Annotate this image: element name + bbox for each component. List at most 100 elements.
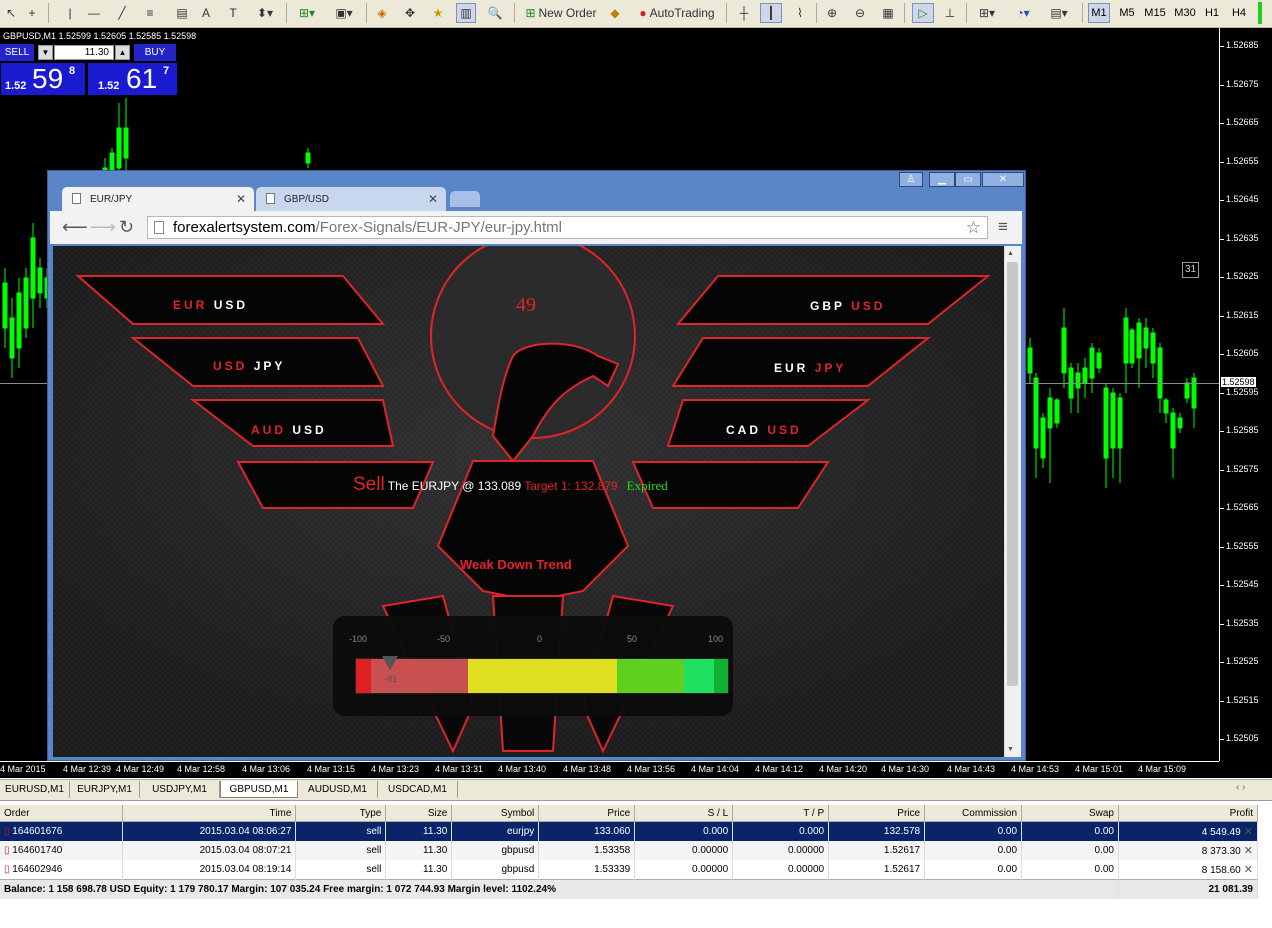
pair-audusd[interactable]: AUD USD xyxy=(251,423,327,437)
col-symbol[interactable]: Symbol xyxy=(451,805,540,822)
timeframe-m1[interactable]: M1 xyxy=(1088,3,1110,23)
candlestick-icon[interactable]: ┃ xyxy=(760,3,782,23)
new-chart-icon[interactable]: ⊞▾ xyxy=(292,3,322,23)
text-icon[interactable]: A xyxy=(198,3,214,23)
table-row[interactable]: ▯ 164602946 2015.03.04 08:19:14 sell 11.30 g… xyxy=(0,860,1259,880)
maximize-button[interactable]: ▭ xyxy=(955,172,981,187)
horizontal-line-icon[interactable]: — xyxy=(84,3,104,23)
bookmark-star-icon[interactable]: ☆ xyxy=(966,217,981,238)
metaeditor-icon[interactable]: ◆ xyxy=(604,3,626,23)
new-order-button[interactable]: ⊞ New Order xyxy=(520,3,602,23)
chart-tab-eurusd[interactable]: EURUSD,M1 xyxy=(0,781,70,798)
pair-usdjpy[interactable]: USD JPY xyxy=(213,359,285,373)
strategy-tester-icon[interactable]: 🔍 xyxy=(484,3,506,23)
scroll-up-arrow[interactable]: ▲ xyxy=(1007,250,1014,257)
timeframe-h4[interactable]: H4 xyxy=(1228,3,1250,23)
price-tick-mark xyxy=(1219,469,1224,471)
tile-windows-icon[interactable]: ▦ xyxy=(878,3,898,23)
col-sl[interactable]: S / L xyxy=(634,805,734,822)
pair-eurjpy[interactable]: EUR JPY xyxy=(774,361,846,375)
autotrading-button[interactable]: ● AutoTrading xyxy=(634,3,720,23)
zoom-in-icon[interactable]: ⊕ xyxy=(822,3,842,23)
table-row[interactable]: ▯ 164601740 2015.03.04 08:07:21 sell 11.30 g… xyxy=(0,841,1259,860)
vertical-line-icon[interactable]: | xyxy=(62,3,78,23)
indicators-icon[interactable]: ⊞▾ xyxy=(972,3,1002,23)
navigator-icon[interactable]: ✥ xyxy=(400,3,420,23)
sell-price-box[interactable]: 1.52 59 8 xyxy=(0,62,86,96)
terminal-icon[interactable]: ▥ xyxy=(456,3,476,23)
col-price[interactable]: Price xyxy=(538,805,636,822)
pair-eurusd[interactable]: EUR USD xyxy=(173,298,248,312)
profiles-icon[interactable]: ▣▾ xyxy=(330,3,358,23)
table-row[interactable]: ▯ 164601676 2015.03.04 08:06:27 sell 11.30 e… xyxy=(0,821,1259,841)
url-field[interactable]: forexalertsystem.com/Forex-Signals/EUR-J… xyxy=(147,216,988,239)
sell-button[interactable]: SELL xyxy=(0,44,34,61)
col-tp[interactable]: T / P xyxy=(732,805,830,822)
market-watch-icon[interactable]: ◈ xyxy=(372,3,392,23)
autoscroll-icon[interactable]: ▷ xyxy=(912,3,934,23)
close-order-icon[interactable]: ✕ xyxy=(1241,864,1253,876)
arrows-icon[interactable]: ⬍▾ xyxy=(252,3,278,23)
templates-icon[interactable]: ▤▾ xyxy=(1044,3,1074,23)
col-time[interactable]: Time xyxy=(122,805,297,822)
timeframe-m5[interactable]: M5 xyxy=(1116,3,1138,23)
pair-gbpusd[interactable]: GBP USD xyxy=(810,299,885,313)
chart-tab-audusd[interactable]: AUDUSD,M1 xyxy=(298,781,378,798)
chart-tab-usdjpy[interactable]: USDJPY,M1 xyxy=(140,781,220,798)
col-current-price[interactable]: Price xyxy=(828,805,926,822)
trendline-icon[interactable]: ╱ xyxy=(112,3,132,23)
bar-chart-icon[interactable]: ┼ xyxy=(734,3,754,23)
minimize-button[interactable]: ▁ xyxy=(929,172,955,187)
zoom-out-icon[interactable]: ⊖ xyxy=(850,3,870,23)
channel-icon[interactable]: ▤ xyxy=(172,3,192,23)
time-tick: 4 Mar 12:39 xyxy=(63,764,112,774)
chart-tab-usdcad[interactable]: USDCAD,M1 xyxy=(378,781,458,798)
scroll-down-arrow[interactable]: ▼ xyxy=(1007,746,1014,753)
back-icon[interactable]: ⟵ xyxy=(62,217,88,238)
timeframe-m15[interactable]: M15 xyxy=(1142,3,1168,23)
page-scrollbar[interactable]: ▲ ▼ xyxy=(1004,246,1021,757)
chart-tab-eurjpy[interactable]: EURJPY,M1 xyxy=(70,781,140,798)
tab-close-icon[interactable]: ✕ xyxy=(236,192,246,206)
col-type[interactable]: Type xyxy=(295,805,387,822)
tab-close-icon[interactable]: ✕ xyxy=(428,192,438,206)
crosshair-icon[interactable]: + xyxy=(22,3,42,23)
forward-icon[interactable]: ⟶ xyxy=(90,217,116,238)
buy-button[interactable]: BUY xyxy=(134,44,176,61)
tabs-scroll-arrows[interactable]: ‹ › xyxy=(1236,782,1245,793)
col-swap[interactable]: Swap xyxy=(1021,805,1119,822)
buy-price-box[interactable]: 1.52 61 7 xyxy=(87,62,178,96)
candle-body xyxy=(123,127,129,159)
close-order-icon[interactable]: ✕ xyxy=(1241,826,1253,838)
chart-shift-icon[interactable]: ⊥ xyxy=(940,3,960,23)
lot-up-arrow[interactable]: ▲ xyxy=(115,45,130,60)
folder-icon[interactable]: ★ xyxy=(428,3,448,23)
new-tab-button[interactable] xyxy=(450,191,480,207)
text-label-icon[interactable]: T xyxy=(224,3,242,23)
close-window-button[interactable]: ✕ xyxy=(982,172,1024,187)
close-order-icon[interactable]: ✕ xyxy=(1241,845,1253,857)
browser-tab-gbpusd[interactable]: GBP/USD ✕ xyxy=(256,187,446,211)
periods-icon[interactable]: ◔▾ xyxy=(1008,3,1038,23)
lot-size-input[interactable]: 11.30 xyxy=(54,45,114,60)
col-profit[interactable]: Profit xyxy=(1118,805,1259,822)
pair-cadusd[interactable]: CAD USD xyxy=(726,423,802,437)
col-commission[interactable]: Commission xyxy=(924,805,1023,822)
chart-tab-gbpusd[interactable]: GBPUSD,M1 xyxy=(220,781,298,798)
menu-icon[interactable]: ≡ xyxy=(998,217,1008,237)
table-cell: 133.060 xyxy=(538,821,636,841)
line-chart-icon[interactable]: ⌇ xyxy=(790,3,810,23)
table-cell: 0.00 xyxy=(1021,860,1119,880)
reload-icon[interactable]: ↻ xyxy=(119,217,134,238)
price-tick-mark xyxy=(1219,354,1224,355)
cursor-icon[interactable]: ↖ xyxy=(2,3,20,23)
col-size[interactable]: Size xyxy=(385,805,453,822)
col-order[interactable]: Order xyxy=(0,805,124,822)
browser-tab-eurjpy[interactable]: EUR/JPY ✕ xyxy=(62,187,254,211)
timeframe-m30[interactable]: M30 xyxy=(1172,3,1198,23)
fibonacci-icon[interactable]: ≡ xyxy=(140,3,160,23)
lot-down-arrow[interactable]: ▼ xyxy=(38,45,53,60)
user-icon[interactable]: ♙ xyxy=(899,172,923,187)
scroll-thumb[interactable] xyxy=(1007,262,1018,686)
timeframe-h1[interactable]: H1 xyxy=(1202,3,1222,23)
